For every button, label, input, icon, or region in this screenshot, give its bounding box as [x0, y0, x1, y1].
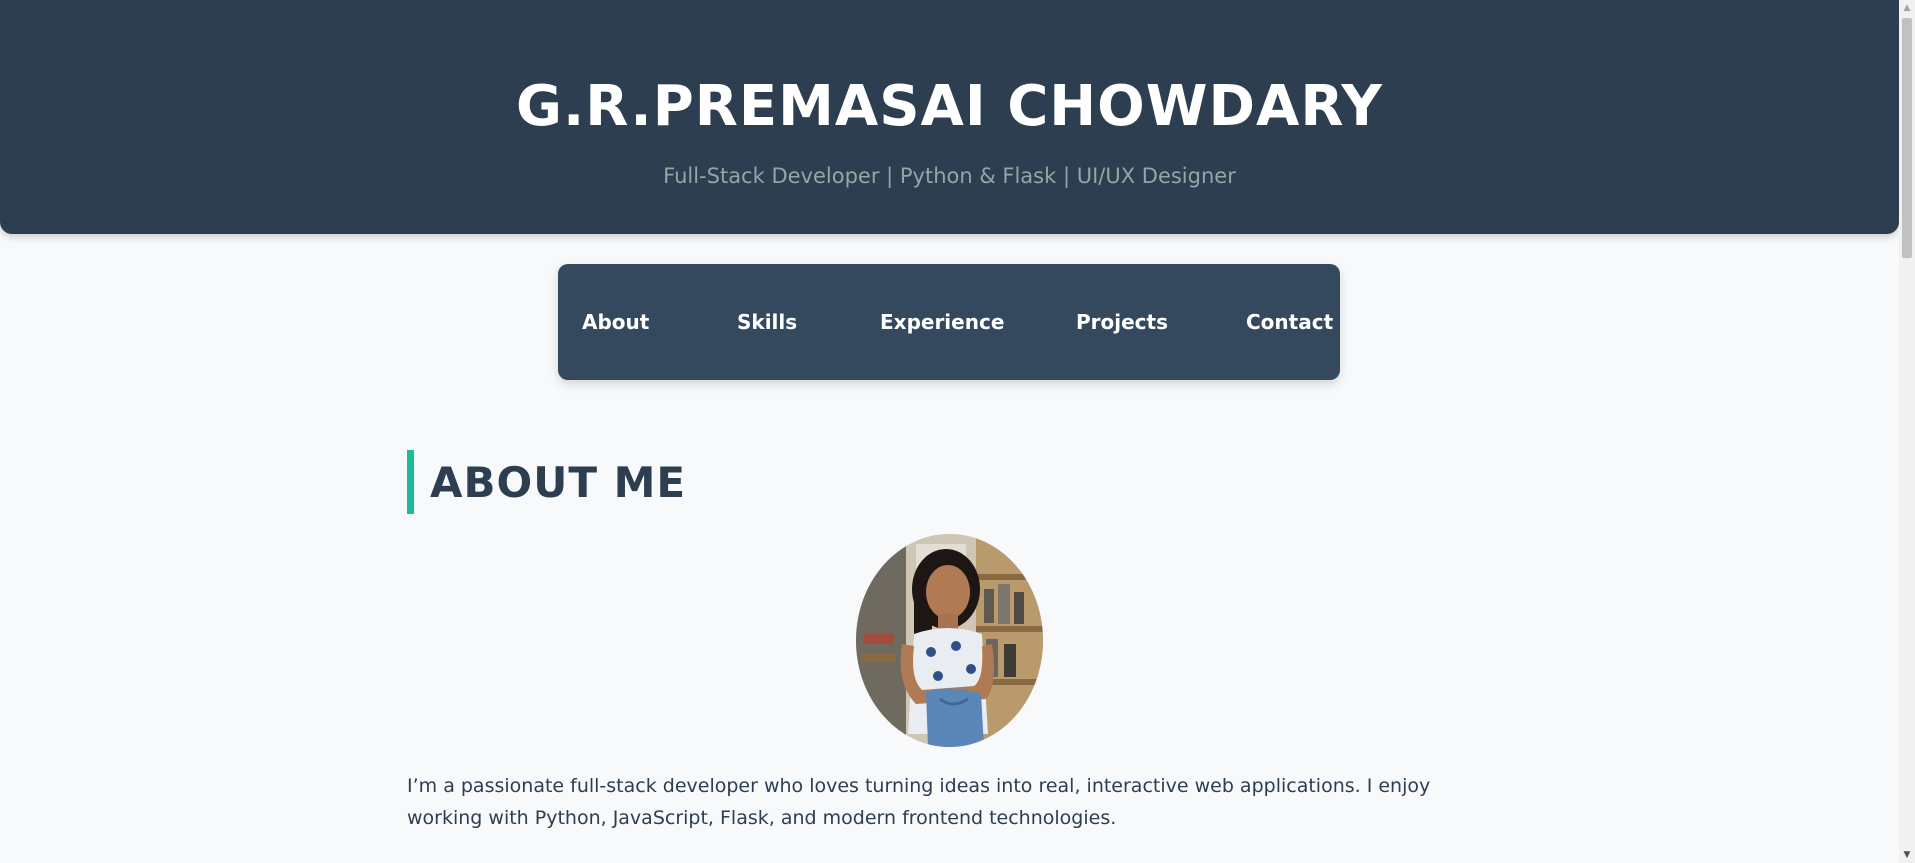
- nav-link-experience[interactable]: Experience: [880, 264, 1004, 380]
- section-accent-bar: [407, 450, 414, 514]
- section-heading: ABOUT ME: [430, 458, 687, 507]
- nav-link-skills[interactable]: Skills: [737, 264, 797, 380]
- nav-link-contact[interactable]: Contact: [1246, 264, 1333, 380]
- page-title: G.R.PREMASAI CHOWDARY: [516, 74, 1383, 139]
- profile-photo: [856, 534, 1043, 747]
- tagline: Full-Stack Developer | Python & Flask | …: [663, 164, 1236, 188]
- scroll-up-icon[interactable]: ▲: [1899, 0, 1915, 16]
- profile-photo-illustration: [856, 534, 1043, 747]
- page-scrollbar[interactable]: ▲ ▼: [1899, 0, 1915, 863]
- nav-link-projects[interactable]: Projects: [1076, 264, 1168, 380]
- portfolio-page: G.R.PREMASAI CHOWDARY Full-Stack Develop…: [0, 0, 1915, 863]
- nav-link-about[interactable]: About: [582, 264, 649, 380]
- hero-header: G.R.PREMASAI CHOWDARY Full-Stack Develop…: [0, 0, 1899, 234]
- main-nav: About Skills Experience Projects Contact: [558, 264, 1340, 380]
- scroll-thumb[interactable]: [1902, 18, 1912, 258]
- scroll-down-icon[interactable]: ▼: [1899, 847, 1915, 863]
- about-paragraph: I’m a passionate full-stack developer wh…: [407, 775, 1431, 829]
